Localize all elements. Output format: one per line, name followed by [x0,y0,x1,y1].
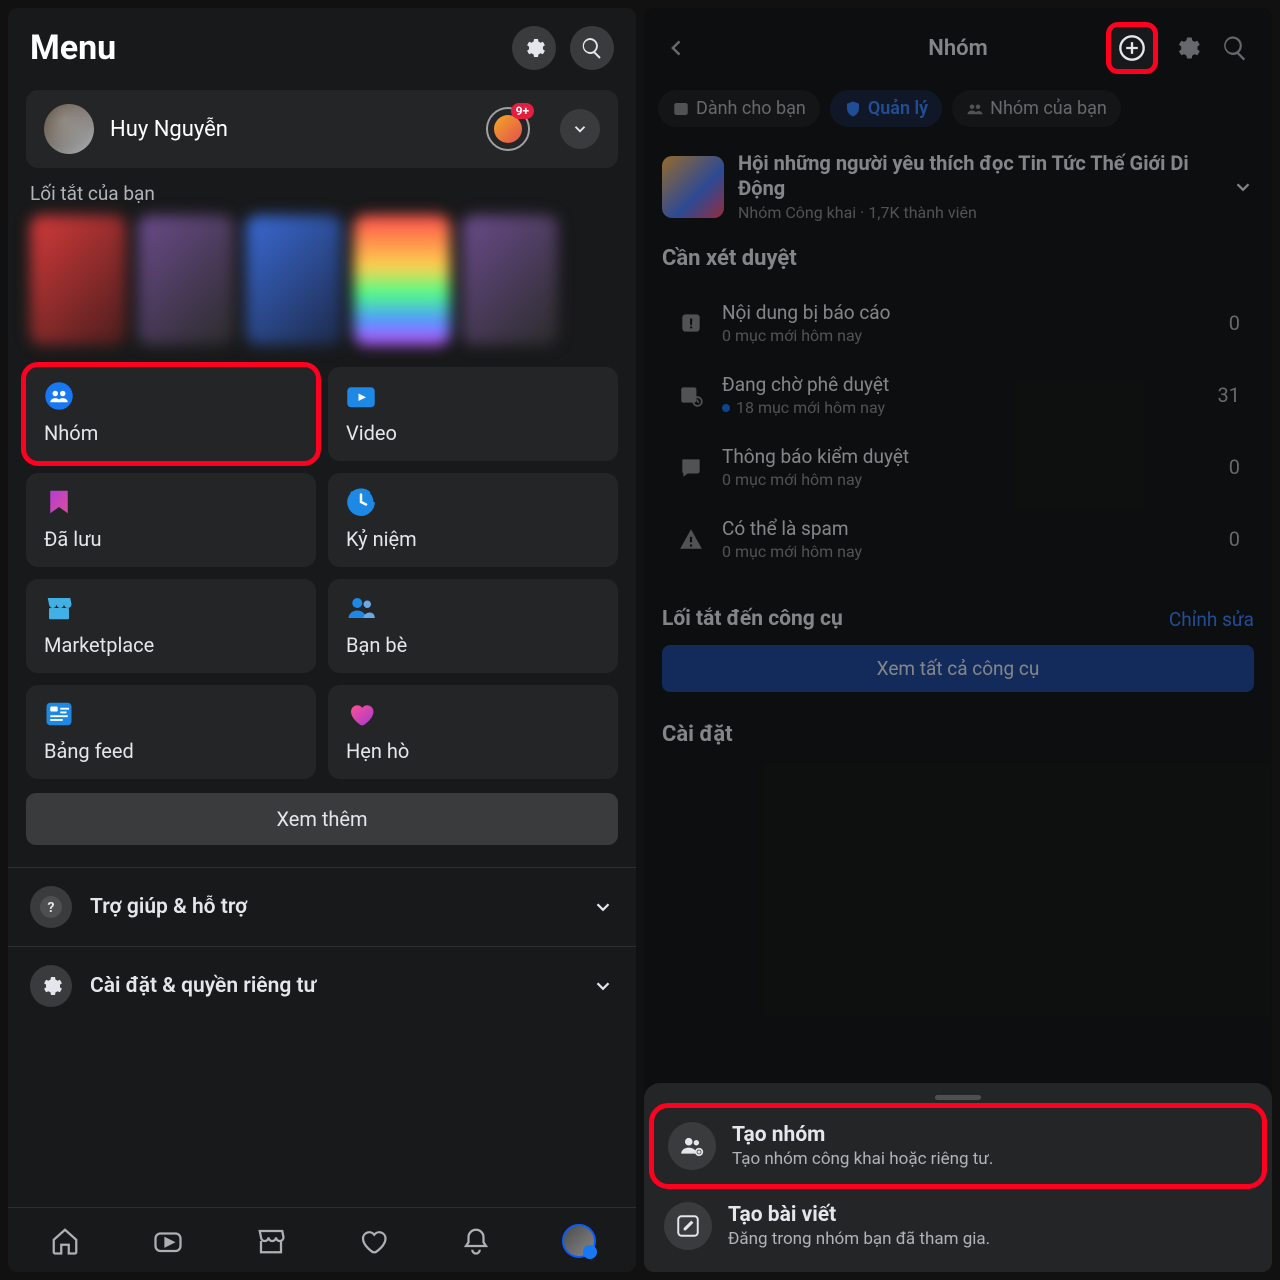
store-icon [256,1226,286,1256]
feed-icon [44,699,74,729]
chevron-down-icon [592,975,614,997]
profile-card[interactable]: Huy Nguyễn 9+ [26,90,618,168]
sheet-create-group[interactable]: Tạo nhóm Tạo nhóm công khai hoặc riêng t… [654,1108,1262,1184]
heart-icon [358,1226,388,1256]
help-row[interactable]: ? Trợ giúp & hỗ trợ [8,867,636,946]
search-icon [580,36,604,60]
menu-marketplace[interactable]: Marketplace [26,579,316,673]
create-button-highlight [1106,22,1158,74]
menu-groups[interactable]: Nhóm [26,367,316,461]
plus-icon [1118,34,1146,62]
nav-dating[interactable] [352,1220,394,1262]
menu-video[interactable]: Video [328,367,618,461]
chevron-down-icon [571,120,589,138]
expand-profile-button[interactable] [560,109,600,149]
gear-icon [522,36,546,60]
create-group-icon [668,1122,716,1170]
menu-label: Đã lưu [44,527,298,551]
menu-label: Bạn bè [346,633,600,657]
menu-label: Hẹn hò [346,739,600,763]
menu-label: Nhóm [44,421,298,445]
notification-badge: 9+ [511,103,534,119]
profile-name: Huy Nguyễn [110,117,470,142]
help-icon: ? [30,886,72,928]
settings-row[interactable]: Cài đặt & quyền riêng tư [8,946,636,1025]
settings-button[interactable] [512,26,556,70]
shortcut-tile[interactable] [138,215,234,345]
shortcuts-row[interactable] [8,215,636,367]
shortcuts-label: Lối tắt của bạn [8,182,636,215]
page-title: Menu [30,28,116,68]
menu-label: Video [346,421,600,445]
nav-marketplace[interactable] [250,1220,292,1262]
marketplace-icon [44,593,74,623]
sheet-item-sub: Tạo nhóm công khai hoặc riêng tư. [732,1149,993,1169]
gear-icon [30,965,72,1007]
bell-icon [461,1226,491,1256]
search-button[interactable] [570,26,614,70]
sheet-item-title: Tạo nhóm [732,1123,993,1147]
nav-menu[interactable] [558,1220,600,1262]
bottom-nav [8,1207,636,1272]
nav-video[interactable] [147,1220,189,1262]
shortcut-tile[interactable] [462,215,558,345]
bookmark-icon [44,487,74,517]
video-icon [346,381,376,411]
menu-memories[interactable]: Kỷ niệm [328,473,618,567]
sheet-create-post[interactable]: Tạo bài viết Đăng trong nhóm bạn đã tham… [644,1188,1272,1264]
avatar [44,104,94,154]
sheet-item-sub: Đăng trong nhóm bạn đã tham gia. [728,1229,990,1249]
menu-label: Marketplace [44,633,298,657]
clock-icon [346,487,376,517]
nav-notifications[interactable] [455,1220,497,1262]
nav-home[interactable] [44,1220,86,1262]
menu-dating[interactable]: Hẹn hò [328,685,618,779]
svg-text:?: ? [48,900,55,916]
sheet-item-title: Tạo bài viết [728,1203,990,1227]
create-button[interactable] [1113,29,1151,67]
story-ring-icon[interactable]: 9+ [486,107,530,151]
settings-label: Cài đặt & quyền riêng tư [90,974,574,998]
menu-feeds[interactable]: Bảng feed [26,685,316,779]
menu-saved[interactable]: Đã lưu [26,473,316,567]
groups-icon [44,381,74,411]
action-sheet: Tạo nhóm Tạo nhóm công khai hoặc riêng t… [644,1083,1272,1272]
avatar-menu-icon [562,1224,596,1258]
create-post-icon [664,1202,712,1250]
video-icon [153,1226,183,1256]
see-more-button[interactable]: Xem thêm [26,793,618,845]
shortcut-tile[interactable] [30,215,126,345]
sheet-handle[interactable] [935,1095,981,1100]
home-icon [50,1226,80,1256]
friends-icon [346,593,376,623]
help-label: Trợ giúp & hỗ trợ [90,895,574,919]
menu-label: Kỷ niệm [346,527,600,551]
heart-icon [346,699,376,729]
menu-label: Bảng feed [44,739,298,763]
shortcut-tile[interactable] [246,215,342,345]
menu-friends[interactable]: Bạn bè [328,579,618,673]
shortcut-tile[interactable] [354,215,450,345]
chevron-down-icon [592,896,614,918]
